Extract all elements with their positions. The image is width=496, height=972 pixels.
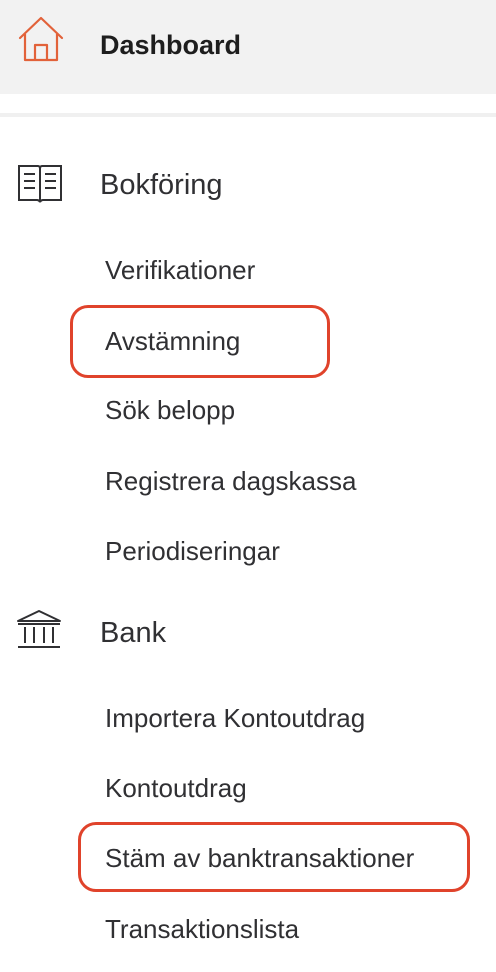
nav-item-registrera-dagskassa[interactable]: Registrera dagskassa xyxy=(105,464,356,498)
bank-icon xyxy=(17,610,61,648)
nav-item-sok-belopp[interactable]: Sök belopp xyxy=(105,393,235,427)
section-bank[interactable]: Bank xyxy=(100,615,166,651)
nav-item-importera-kontoutdrag[interactable]: Importera Kontoutdrag xyxy=(105,701,365,735)
dashboard-label: Dashboard xyxy=(100,30,242,60)
nav-item-verifikationer[interactable]: Verifikationer xyxy=(105,253,255,287)
home-icon xyxy=(18,16,64,62)
book-icon xyxy=(18,165,62,203)
divider xyxy=(0,113,496,117)
nav-item-kontoutdrag[interactable]: Kontoutdrag xyxy=(105,771,247,805)
nav-item-transaktionslista[interactable]: Transaktionslista xyxy=(105,912,299,946)
nav-item-avstamning[interactable]: Avstämning xyxy=(105,324,240,358)
sidebar-nav: Dashboard Bokföring Verifikationer Avstä… xyxy=(0,0,496,972)
section-bokforing[interactable]: Bokföring xyxy=(100,167,223,203)
nav-item-dashboard[interactable]: Dashboard xyxy=(0,0,496,94)
nav-item-periodiseringar[interactable]: Periodiseringar xyxy=(105,534,280,568)
nav-item-stam-av-banktransaktioner[interactable]: Stäm av banktransaktioner xyxy=(105,841,414,875)
